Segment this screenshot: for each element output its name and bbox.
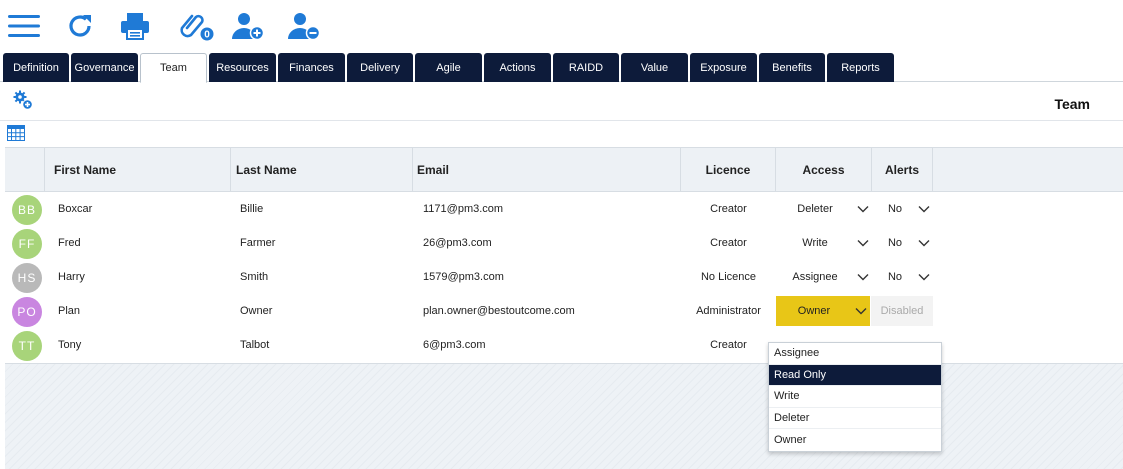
email: 6@pm3.com	[423, 339, 486, 351]
access-option-deleter[interactable]: Deleter	[769, 408, 941, 430]
email: plan.owner@bestoutcome.com	[423, 305, 575, 317]
tab-resources[interactable]: Resources	[209, 53, 276, 82]
tab-value[interactable]: Value	[621, 53, 688, 82]
chevron-down-icon	[915, 273, 933, 281]
first-name: Boxcar	[58, 203, 93, 215]
column-header-email[interactable]: Email	[410, 148, 681, 191]
alerts-value: No	[887, 237, 903, 249]
last-name: Smith	[240, 271, 269, 283]
licence: No Licence	[700, 271, 757, 283]
column-header-first-name[interactable]: First Name	[47, 148, 231, 191]
access-option-write[interactable]: Write	[769, 386, 941, 408]
access-select[interactable]: Write	[776, 228, 872, 258]
last-name: Billie	[240, 203, 264, 215]
tab-benefits[interactable]: Benefits	[759, 53, 825, 82]
grid-view-icon[interactable]	[7, 125, 25, 141]
access-dropdown-menu: Assignee Read Only Write Deleter Owner	[768, 342, 942, 452]
table-row[interactable]: BB Boxcar Billie 1171@pm3.com Creator De…	[5, 192, 1123, 226]
email: 26@pm3.com	[423, 237, 492, 249]
section-title: Team	[1054, 96, 1090, 112]
first-name: Harry	[58, 271, 85, 283]
alerts-select[interactable]: No	[875, 228, 933, 258]
last-name: Owner	[240, 305, 273, 317]
alerts-value: No	[887, 271, 903, 283]
paperclip-icon[interactable]: 0	[177, 8, 215, 44]
avatar: FF	[12, 229, 42, 259]
email: 1579@pm3.com	[423, 271, 504, 283]
refresh-icon[interactable]	[64, 8, 96, 44]
remove-user-icon[interactable]	[286, 8, 322, 44]
avatar: TT	[12, 331, 42, 361]
access-select[interactable]: Owner	[776, 296, 870, 326]
chevron-down-icon	[915, 205, 933, 213]
avatar-column-header	[5, 148, 45, 191]
table-row[interactable]: PO Plan Owner plan.owner@bestoutcome.com…	[5, 294, 1123, 328]
alerts-disabled: Disabled	[871, 296, 933, 326]
column-header-access[interactable]: Access	[776, 148, 872, 191]
tab-agile[interactable]: Agile	[415, 53, 482, 82]
first-name: Tony	[58, 339, 82, 351]
access-value: Owner	[797, 305, 831, 317]
avatar: PO	[12, 297, 42, 327]
alerts-select[interactable]: No	[875, 194, 933, 224]
access-option-assignee[interactable]: Assignee	[769, 343, 941, 365]
access-option-read-only[interactable]: Read Only	[769, 364, 941, 387]
access-value: Deleter	[797, 203, 833, 215]
table-body: BB Boxcar Billie 1171@pm3.com Creator De…	[5, 192, 1123, 364]
tab-delivery[interactable]: Delivery	[347, 53, 413, 82]
table-row[interactable]: HS Harry Smith 1579@pm3.com No Licence A…	[5, 260, 1123, 294]
licence: Administrator	[696, 305, 761, 317]
licence: Creator	[710, 339, 747, 351]
print-icon[interactable]	[118, 8, 152, 44]
access-select[interactable]: Deleter	[776, 194, 872, 224]
access-value: Assignee	[792, 271, 838, 283]
email: 1171@pm3.com	[423, 203, 504, 215]
tab-actions[interactable]: Actions	[484, 53, 551, 82]
first-name: Plan	[58, 305, 81, 317]
tab-governance[interactable]: Governance	[71, 53, 138, 82]
last-name: Talbot	[240, 339, 270, 351]
attachment-count: 0	[204, 30, 210, 41]
last-name: Farmer	[240, 237, 276, 249]
tab-finances[interactable]: Finances	[278, 53, 345, 82]
add-user-icon[interactable]	[230, 8, 266, 44]
chevron-down-icon	[852, 307, 870, 315]
tab-raidd[interactable]: RAIDD	[553, 53, 619, 82]
table-row[interactable]: FF Fred Farmer 26@pm3.com Creator Write …	[5, 226, 1123, 260]
alerts-value: No	[887, 203, 903, 215]
avatar: HS	[12, 263, 42, 293]
tab-reports[interactable]: Reports	[827, 53, 894, 82]
licence: Creator	[710, 237, 747, 249]
access-select[interactable]: Assignee	[776, 262, 872, 292]
chevron-down-icon	[854, 273, 872, 281]
table-empty-area	[5, 364, 1123, 469]
toolbar: 0	[0, 0, 1123, 52]
tab-bar: Definition Governance Team Resources Fin…	[0, 53, 1123, 83]
tab-exposure[interactable]: Exposure	[690, 53, 757, 82]
column-header-last-name[interactable]: Last Name	[229, 148, 413, 191]
licence: Creator	[710, 203, 747, 215]
team-settings-icon[interactable]	[13, 90, 33, 110]
access-value: Write	[802, 237, 828, 249]
access-option-owner[interactable]: Owner	[769, 429, 941, 451]
tab-team[interactable]: Team	[140, 53, 207, 83]
column-header-alerts[interactable]: Alerts	[872, 148, 933, 191]
tab-definition[interactable]: Definition	[3, 53, 69, 82]
avatar: BB	[12, 195, 42, 225]
team-table: First Name Last Name Email Licence Acces…	[5, 147, 1123, 364]
column-header-licence[interactable]: Licence	[681, 148, 776, 191]
chevron-down-icon	[854, 205, 872, 213]
table-header: First Name Last Name Email Licence Acces…	[5, 148, 1123, 192]
chevron-down-icon	[854, 239, 872, 247]
alerts-select[interactable]: No	[875, 262, 933, 292]
menu-icon[interactable]	[6, 8, 42, 44]
chevron-down-icon	[915, 239, 933, 247]
divider	[0, 120, 1123, 121]
first-name: Fred	[58, 237, 81, 249]
table-row[interactable]: TT Tony Talbot 6@pm3.com Creator	[5, 328, 1123, 362]
